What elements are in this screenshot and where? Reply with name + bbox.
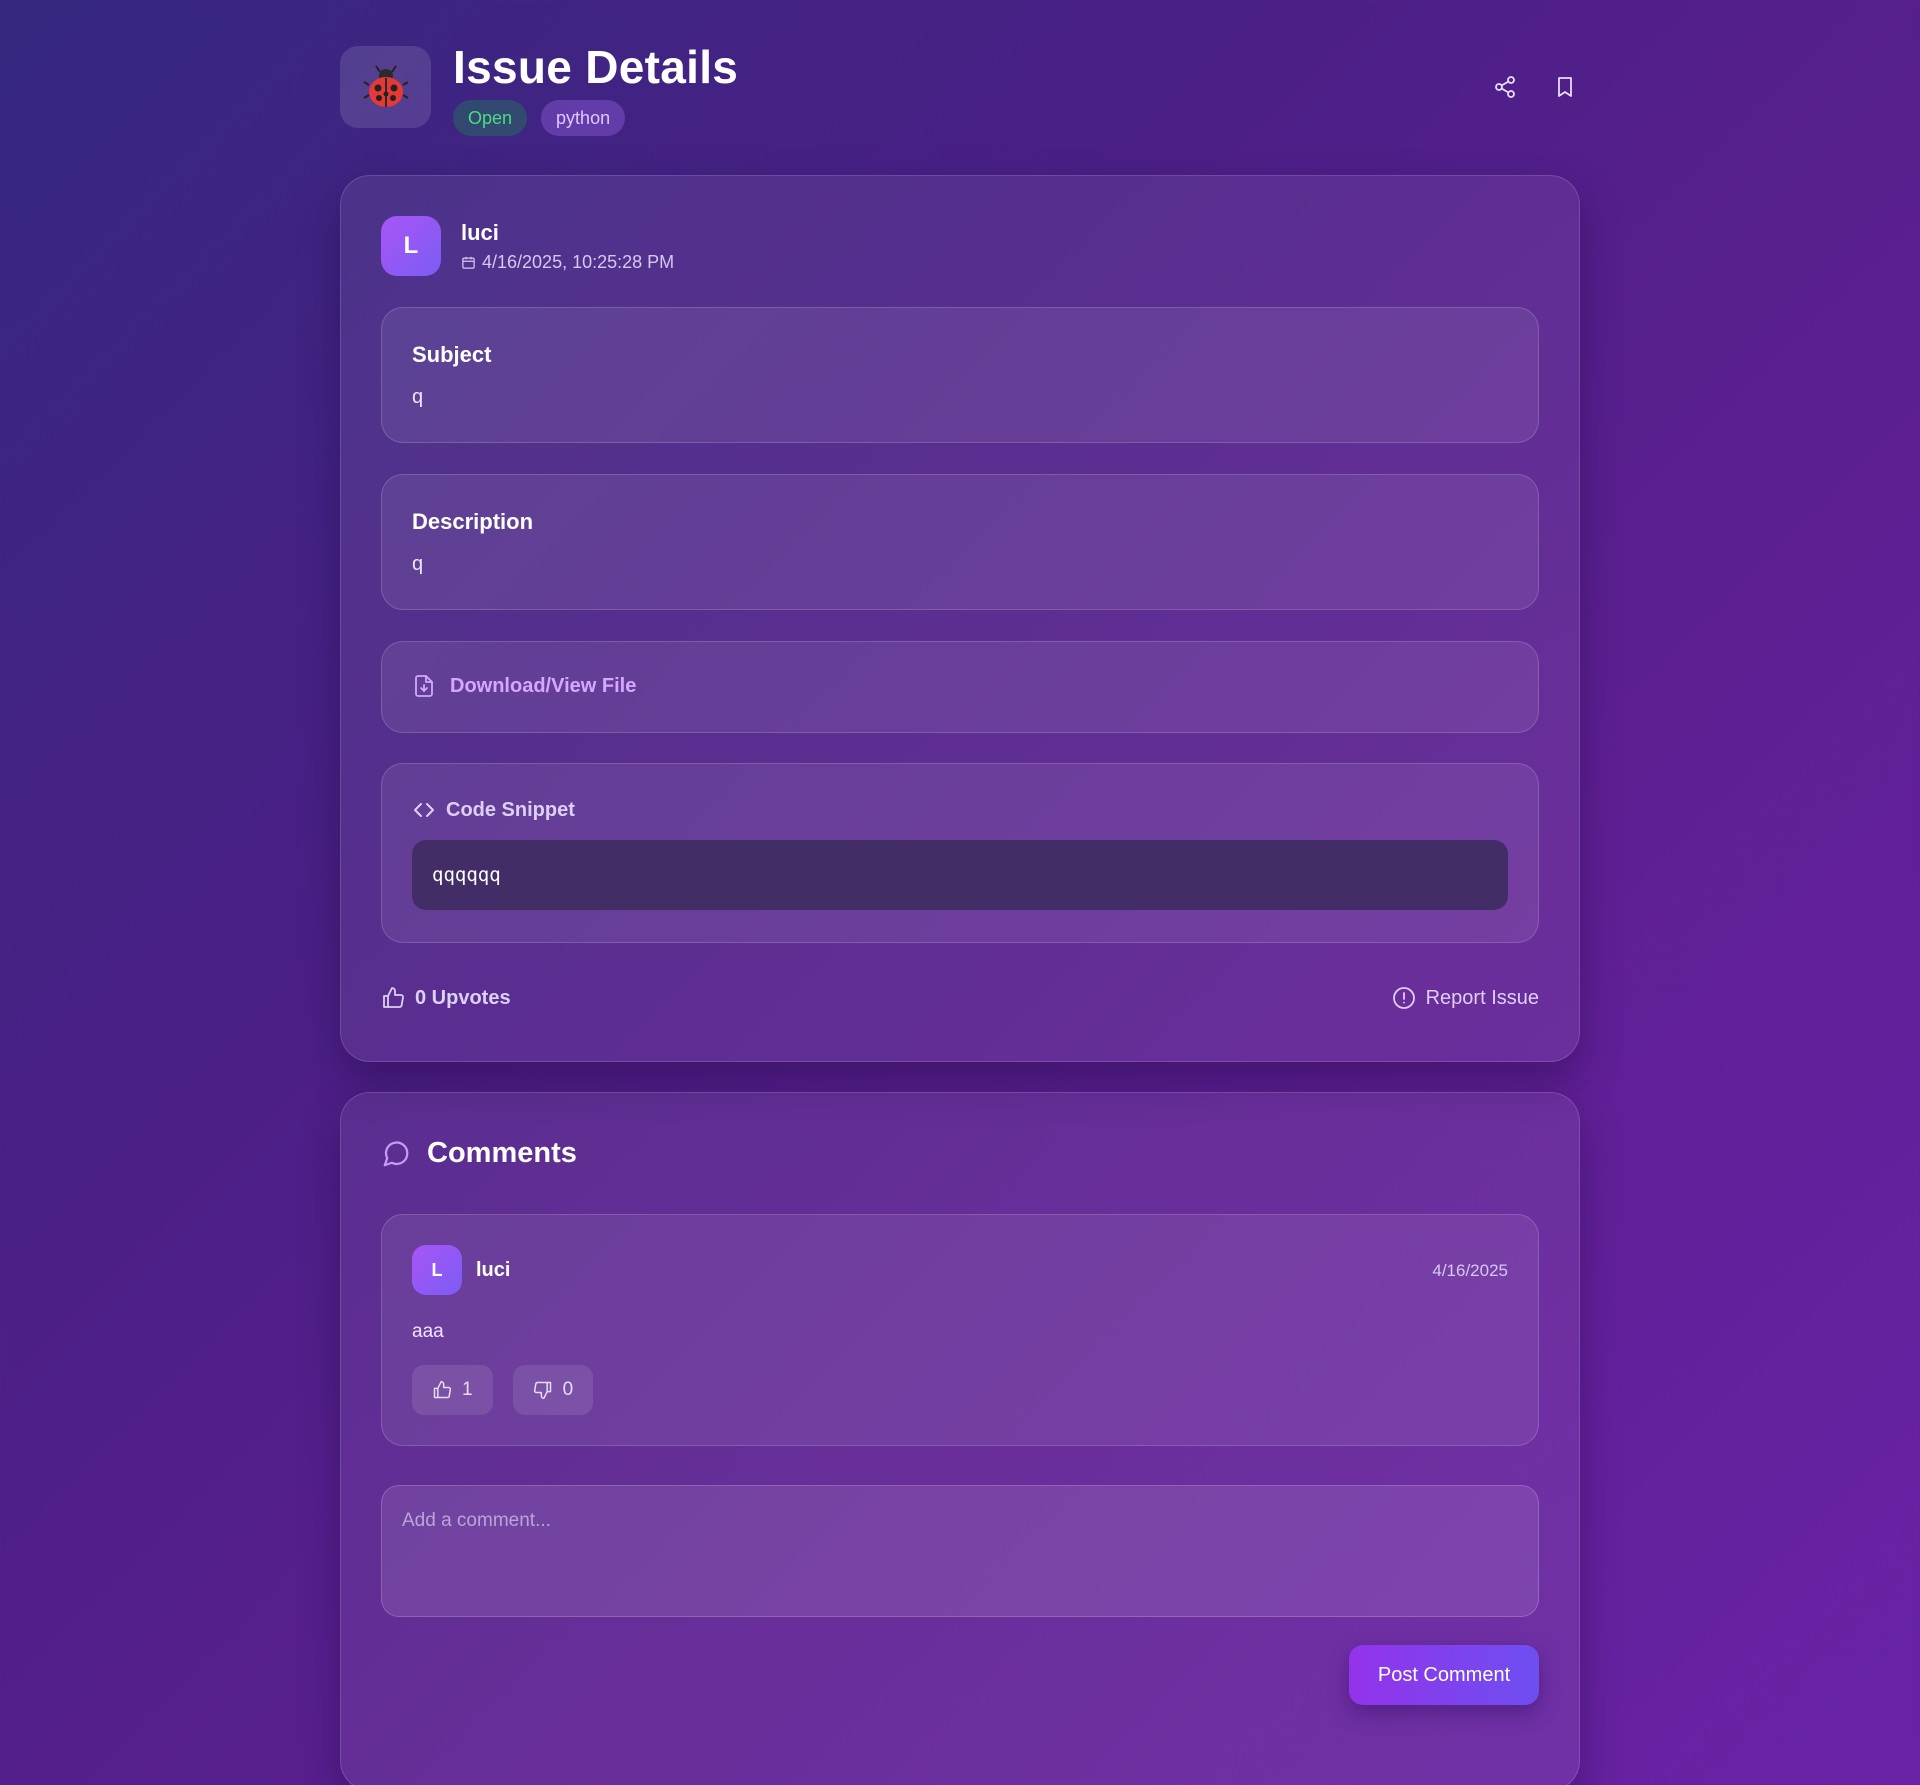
timestamp-text: 4/16/2025, 10:25:28 PM <box>482 252 675 272</box>
page-title: Issue Details <box>453 41 739 93</box>
download-file-link[interactable]: Download/View File <box>412 674 636 698</box>
report-label: Report Issue <box>1425 986 1539 1009</box>
comment-date: 4/16/2025 <box>1432 1261 1508 1280</box>
bookmark-icon[interactable] <box>1550 72 1580 102</box>
status-badge: Open <box>453 100 528 136</box>
avatar: L <box>412 1245 462 1295</box>
thumbs-down-icon <box>533 1381 551 1400</box>
header-actions <box>1490 72 1580 102</box>
post-comment-button[interactable]: Post Comment <box>1349 1645 1539 1705</box>
code-panel: Code Snippet qqqqqq <box>381 763 1539 943</box>
comment-author[interactable]: luci <box>476 1259 510 1282</box>
calendar-icon <box>462 256 475 269</box>
code-icon <box>414 803 434 817</box>
comment-votes: 1 0 <box>412 1365 594 1415</box>
page: Issue Details Open python L luci 4/16/20… <box>340 41 1580 1785</box>
alert-circle-icon <box>1392 987 1415 1009</box>
comments-card: Comments L luci 4/16/2025 aaa 1 0 Add a … <box>340 1092 1580 1785</box>
like-count: 1 <box>462 1379 473 1400</box>
subject-label: Subject <box>412 342 492 367</box>
page-header: Issue Details Open python <box>340 41 1580 136</box>
comments-header: Comments <box>381 1137 577 1170</box>
description-panel: Description q <box>381 474 1539 610</box>
language-tag: python <box>541 100 626 136</box>
share-icon[interactable] <box>1490 72 1520 102</box>
comments-title: Comments <box>427 1137 577 1169</box>
description-value: q <box>412 553 424 575</box>
comment-dislike-button[interactable]: 0 <box>512 1365 594 1415</box>
upvote-button[interactable]: 0 Upvotes <box>381 986 511 1010</box>
issue-footer: 0 Upvotes Report Issue <box>381 986 1539 1016</box>
file-download-icon <box>415 675 433 697</box>
thumbs-up-icon <box>383 987 404 1008</box>
comment-input[interactable] <box>381 1485 1539 1617</box>
code-label: Code Snippet <box>446 798 575 821</box>
comment-item: L luci 4/16/2025 aaa 1 0 <box>381 1214 1539 1446</box>
upvote-count: 0 Upvotes <box>415 986 511 1009</box>
message-circle-icon <box>383 1140 409 1166</box>
thumbs-up-icon <box>433 1380 452 1399</box>
file-panel: Download/View File <box>381 641 1539 733</box>
dislike-count: 0 <box>562 1379 574 1400</box>
subject-value: q <box>412 386 424 408</box>
author-name[interactable]: luci <box>461 220 499 246</box>
code-snippet: qqqqqq <box>412 840 1508 910</box>
issue-tags: Open python <box>453 100 626 136</box>
subject-panel: Subject q <box>381 307 1539 443</box>
report-issue-button[interactable]: Report Issue <box>1392 986 1539 1010</box>
bug-icon <box>340 46 431 128</box>
description-label: Description <box>412 509 534 534</box>
comment-text: aaa <box>412 1321 444 1342</box>
download-file-label: Download/View File <box>450 674 637 697</box>
issue-card: L luci 4/16/2025, 10:25:28 PM Subject q … <box>340 175 1580 1062</box>
comment-like-button[interactable]: 1 <box>412 1365 493 1415</box>
issue-timestamp: 4/16/2025, 10:25:28 PM <box>461 252 674 273</box>
avatar: L <box>381 216 441 276</box>
code-header: Code Snippet <box>412 798 575 822</box>
